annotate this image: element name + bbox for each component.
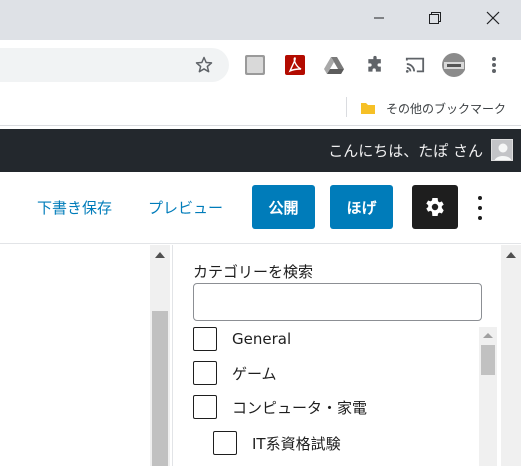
star-icon [195,56,213,73]
editor-canvas[interactable] [0,245,170,466]
nico-extension[interactable] [243,53,267,77]
more-vertical-dot [478,216,482,220]
settings-button[interactable] [412,185,458,229]
close-icon [486,11,500,25]
minimize-button[interactable] [356,0,402,36]
gear-icon [426,198,444,216]
extensions-button[interactable] [363,53,387,77]
scroll-up-arrow-icon[interactable] [506,252,516,258]
hoge-button[interactable]: ほげ [330,185,393,229]
options-menu-button[interactable] [470,194,490,222]
wp-admin-bar: こんにちは、たぽ さん [0,129,521,172]
canvas-scrollbar-thumb[interactable] [152,311,168,466]
category-label: コンピュータ・家電 [232,398,368,417]
browser-toolbar [0,40,521,90]
settings-sidebar: カテゴリーを検索 General ゲーム コンピュータ・家電 IT系資格試験 [173,245,501,466]
category-checkbox[interactable] [193,361,217,385]
category-label: General [232,330,292,348]
chrome-menu-button[interactable] [482,53,506,77]
other-bookmarks-label: その他のブックマーク [386,101,507,116]
category-label: IT系資格試験 [252,434,341,453]
list-item[interactable]: IT系資格試験 [213,431,341,455]
cast-button[interactable] [403,53,427,77]
drive-icon [324,57,344,74]
more-vertical-icon [478,196,482,200]
admin-greeting[interactable]: こんにちは、たぽ さん [328,140,483,161]
publish-button[interactable]: 公開 [252,185,315,229]
category-search-label: カテゴリーを検索 [193,263,314,281]
folder-icon [361,103,375,114]
cast-icon [405,57,425,73]
category-search-input[interactable] [193,283,482,321]
category-label: ゲーム [232,364,277,383]
more-vertical-icon [492,57,496,73]
bookmarks-bar: その他のブックマーク [0,90,521,126]
category-checkbox[interactable] [193,395,217,419]
puzzle-icon [368,55,381,72]
profile-avatar-button[interactable] [441,53,465,77]
list-item[interactable]: ゲーム [193,361,277,385]
sidebar-scrollbar[interactable] [501,245,521,466]
minimize-icon [374,17,384,19]
more-vertical-dot [478,206,482,210]
category-list: General ゲーム コンピュータ・家電 IT系資格試験 [193,327,497,466]
other-bookmarks-button[interactable]: その他のブックマーク [360,96,506,120]
scroll-up-arrow-icon[interactable] [155,252,165,258]
nico-icon [245,55,265,75]
category-list-scrollbar-thumb[interactable] [481,345,495,375]
preview-button[interactable]: プレビュー [148,197,223,218]
list-item[interactable]: General [193,327,291,351]
avatar[interactable] [491,139,513,161]
editor-header: 下書き保存 プレビュー 公開 ほげ [0,172,521,244]
editor-content: カテゴリーを検索 General ゲーム コンピュータ・家電 IT系資格試験 [0,245,521,466]
drive-extension[interactable] [322,53,346,77]
profile-avatar-icon [442,53,465,77]
close-button[interactable] [470,0,516,36]
acrobat-extension[interactable] [283,53,307,77]
restore-icon [429,12,441,24]
bookmark-star-button[interactable] [192,53,216,77]
category-list-scrollbar[interactable] [479,327,497,466]
save-draft-button[interactable]: 下書き保存 [37,197,112,218]
user-avatar-icon [494,143,512,160]
browser-title-bar [0,0,521,40]
canvas-scrollbar[interactable] [150,245,170,466]
bookmarks-separator [346,97,347,117]
restore-button[interactable] [412,0,458,36]
category-checkbox[interactable] [213,431,237,455]
acrobat-icon [285,55,305,75]
list-item[interactable]: コンピュータ・家電 [193,395,367,419]
category-checkbox[interactable] [193,327,217,351]
scroll-up-arrow-icon[interactable] [483,333,493,338]
